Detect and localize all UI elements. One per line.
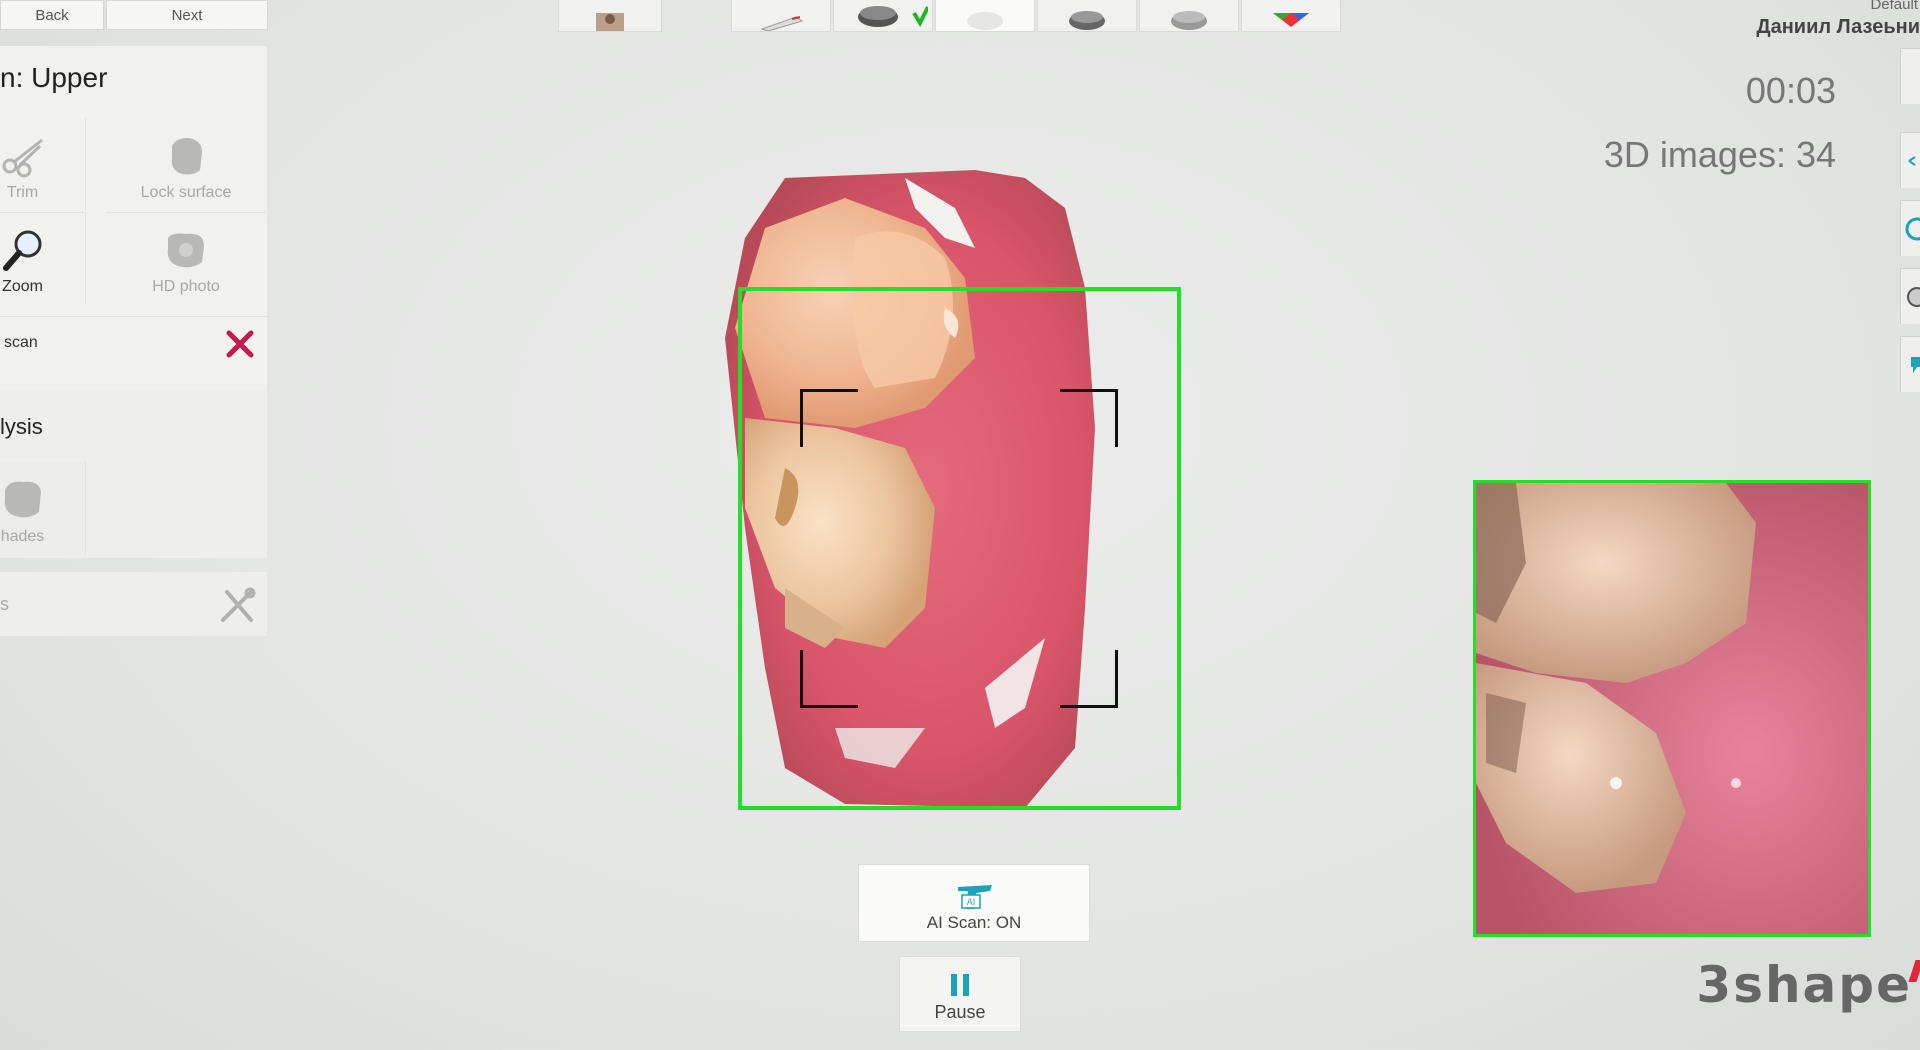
lock-surface-icon [171, 138, 202, 175]
analysis-panel: lysis hades [0, 390, 267, 558]
analysis-title: lysis [0, 414, 43, 439]
magnifier-icon [2, 230, 41, 271]
scanner-tip-icon [1069, 11, 1105, 30]
delete-icon[interactable] [225, 329, 255, 359]
tools-panel[interactable]: s [0, 572, 267, 636]
lock-surface-label: Lock surface [140, 184, 232, 201]
workflow-step-order[interactable] [731, 0, 831, 32]
live-camera-image [1476, 483, 1868, 934]
pause-icon [951, 974, 969, 996]
order-form-icon [760, 16, 804, 31]
workflow-step-patient[interactable] [558, 0, 662, 32]
focus-corner [800, 389, 858, 447]
workflow-step-analysis[interactable] [1241, 0, 1341, 32]
user-role: Default [1870, 0, 1918, 13]
edge-button[interactable] [1900, 268, 1920, 324]
next-label: Next [171, 6, 203, 24]
trim-label: Trim [6, 184, 39, 201]
scan-frame [738, 287, 1181, 810]
scan-panel: n: Upper Trim Lock surface Zoom HD photo… [0, 46, 267, 390]
brand-logo: 3shape [1696, 956, 1912, 1014]
workflow-step-bite[interactable] [1037, 0, 1137, 32]
edge-button[interactable] [1900, 48, 1920, 104]
tools-icon [221, 587, 256, 622]
scan-timer: 00:03 [1745, 70, 1836, 111]
shades-tool[interactable]: hades [0, 462, 86, 554]
globe-icon [1905, 217, 1920, 241]
edge-button[interactable] [1900, 132, 1920, 188]
user-name: Даниил Лазеьни [1756, 16, 1920, 38]
tooth-shade-icon [4, 481, 41, 518]
focus-corner [1060, 650, 1118, 708]
zoom-label: Zoom [2, 278, 43, 295]
ai-scan-toggle[interactable]: AI AI Scan: ON [858, 864, 1090, 942]
tools-label: s [0, 594, 9, 614]
scanner-tip-icon [1171, 11, 1207, 30]
focus-corner [800, 650, 858, 708]
back-label: Back [35, 6, 69, 24]
hd-photo-tool[interactable]: HD photo [106, 212, 266, 304]
trim-tool[interactable]: Trim [0, 118, 86, 210]
scissors-icon [2, 138, 43, 178]
color-analysis-icon [1273, 13, 1309, 27]
arrows-icon [1908, 156, 1916, 166]
ai-scan-label: AI Scan: ON [926, 913, 1022, 932]
edge-button[interactable] [1900, 200, 1920, 256]
ai-badge: AI [967, 897, 976, 907]
workflow-step-upper[interactable] [833, 0, 933, 32]
back-button[interactable]: Back [0, 0, 104, 30]
hd-photo-icon [167, 233, 204, 268]
workflow-step-lower[interactable] [935, 0, 1035, 32]
pause-label: Pause [934, 1002, 986, 1022]
shades-label: hades [0, 528, 45, 545]
edge-button[interactable] [1900, 336, 1920, 392]
live-camera-view [1473, 480, 1871, 937]
pause-button[interactable]: Pause [899, 956, 1021, 1032]
comment-icon [1911, 357, 1920, 373]
lock-surface-tool[interactable]: Lock surface [106, 118, 266, 210]
focus-corner [1060, 389, 1118, 447]
patient-photo-icon [596, 13, 624, 31]
workflow-step-extra[interactable] [1139, 0, 1239, 32]
scan-row-label: scan [4, 333, 38, 351]
next-button[interactable]: Next [106, 0, 268, 30]
hd-photo-label: HD photo [152, 278, 220, 295]
ai-scanner-icon: AI [958, 885, 992, 909]
scanner-tip-icon [967, 12, 1003, 30]
scan-title: n: Upper [0, 62, 108, 93]
zoom-tool[interactable]: Zoom [0, 212, 86, 304]
delete-scan-row: scan [0, 316, 267, 368]
scanner-tip-icon [858, 6, 928, 28]
image-count: 3D images: 34 [1603, 134, 1836, 175]
tooth-icon [1907, 287, 1920, 307]
